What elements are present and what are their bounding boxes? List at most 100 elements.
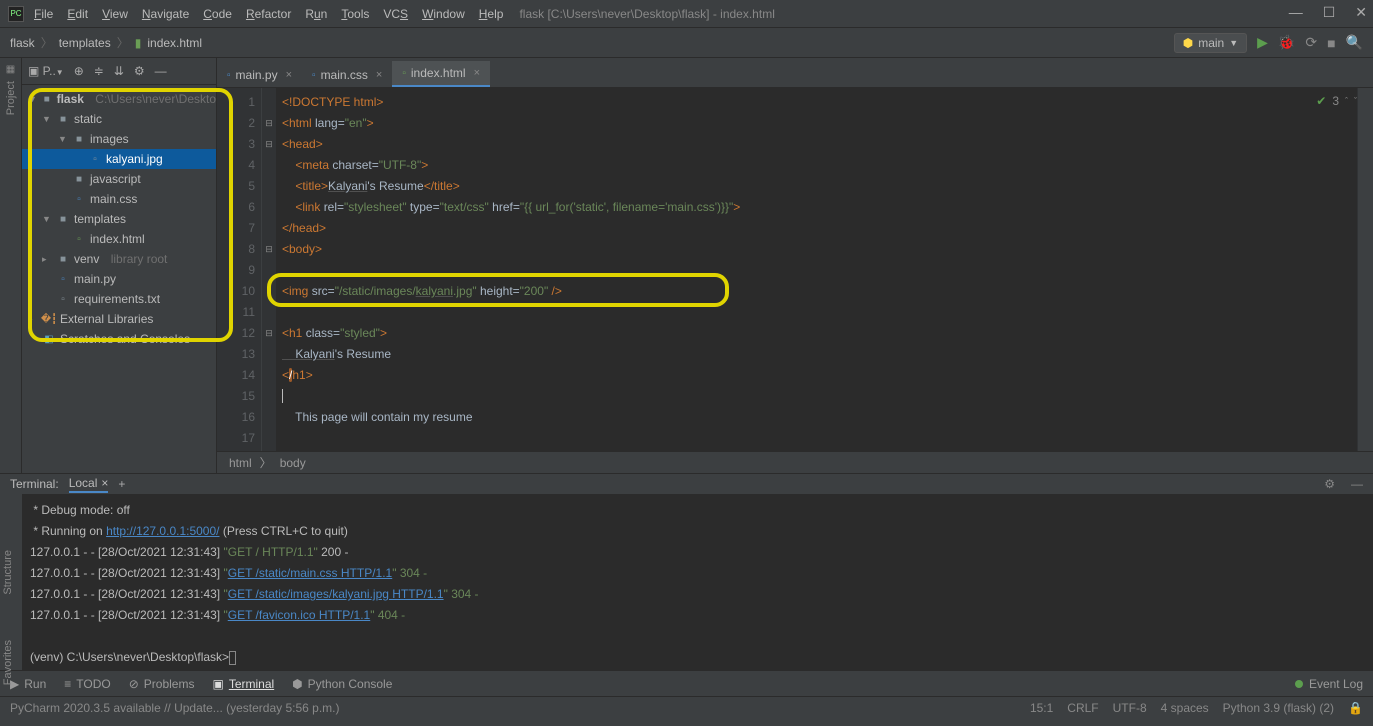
project-toolbar: ▣ P..▼ ⊕ ≑ ⇊ ⚙ — bbox=[22, 58, 216, 85]
tree-scratches[interactable]: ◧Scratches and Consoles bbox=[22, 329, 216, 349]
minimize-icon[interactable]: — bbox=[1289, 4, 1303, 21]
terminal-panel: Terminal: Local× + ⚙ — * Debug mode: off… bbox=[0, 473, 1373, 670]
close-icon[interactable]: × bbox=[376, 69, 382, 81]
favorites-tool-label[interactable]: Favorites bbox=[2, 640, 14, 685]
menu-help[interactable]: Help bbox=[479, 7, 504, 21]
breadcrumb: flask 〉 templates 〉 ▮ index.html bbox=[10, 34, 202, 51]
chevron-down-icon[interactable]: ˇ bbox=[1354, 96, 1357, 106]
maximize-icon[interactable]: ☐ bbox=[1323, 4, 1336, 21]
project-tool-label[interactable]: Project bbox=[5, 81, 17, 115]
menu-file[interactable]: File bbox=[34, 7, 53, 21]
event-log-button[interactable]: Event Log bbox=[1295, 677, 1363, 691]
status-encoding[interactable]: UTF-8 bbox=[1113, 701, 1147, 715]
html-file-icon: ▮ bbox=[135, 36, 142, 50]
close-icon[interactable]: ✕ bbox=[1355, 4, 1367, 21]
hide-icon[interactable]: — bbox=[1351, 477, 1363, 491]
collapse-icon[interactable]: ⇊ bbox=[114, 64, 124, 78]
inspection-count: 3 bbox=[1332, 94, 1339, 108]
add-terminal-button[interactable]: + bbox=[118, 477, 125, 491]
chevron-right-icon: 〉 bbox=[260, 454, 272, 471]
run-button[interactable]: ▶ bbox=[1257, 34, 1268, 51]
crumb-root[interactable]: flask bbox=[10, 36, 35, 50]
run-with-coverage-button[interactable]: ⟳ bbox=[1305, 34, 1317, 51]
expand-icon[interactable]: ≑ bbox=[94, 64, 104, 78]
chevron-right-icon: 〉 bbox=[117, 34, 129, 51]
tree-folder-static[interactable]: ▼■static bbox=[22, 109, 216, 129]
terminal-header: Terminal: Local× + ⚙ — bbox=[0, 474, 1373, 494]
chevron-right-icon: 〉 bbox=[41, 34, 53, 51]
menu-tools[interactable]: Tools bbox=[341, 7, 369, 21]
tool-todo[interactable]: ≡ TODO bbox=[64, 677, 110, 691]
nav-row: flask 〉 templates 〉 ▮ index.html ⬢ main … bbox=[0, 28, 1373, 58]
menu-navigate[interactable]: Navigate bbox=[142, 7, 189, 21]
lock-icon[interactable]: 🔒 bbox=[1348, 701, 1363, 715]
status-interpreter[interactable]: Python 3.9 (flask) (2) bbox=[1223, 701, 1334, 715]
tree-folder-venv[interactable]: ▸■venv library root bbox=[22, 249, 216, 269]
terminal-tab-local[interactable]: Local× bbox=[69, 476, 109, 493]
crumb-body[interactable]: body bbox=[280, 456, 306, 470]
code-content[interactable]: <!DOCTYPE html> <html lang="en"> <head> … bbox=[276, 88, 1357, 451]
crumb-file[interactable]: index.html bbox=[147, 36, 202, 50]
bottom-toolbar: ▶ Run ≡ TODO ⊘ Problems ▣ Terminal ⬢ Pyt… bbox=[0, 670, 1373, 696]
tree-file-kalyani[interactable]: ▫kalyani.jpg bbox=[22, 149, 216, 169]
structure-tool-label[interactable]: Structure bbox=[2, 550, 14, 595]
status-line-ending[interactable]: CRLF bbox=[1067, 701, 1098, 715]
menu-code[interactable]: Code bbox=[203, 7, 232, 21]
status-message[interactable]: PyCharm 2020.3.5 available // Update... … bbox=[10, 701, 340, 715]
chevron-up-icon[interactable]: ˆ bbox=[1345, 96, 1348, 106]
title-bar: PC File Edit View Navigate Code Refactor… bbox=[0, 0, 1373, 28]
menu-vcs[interactable]: VCS bbox=[383, 7, 408, 21]
python-icon: ⬢ bbox=[1183, 36, 1193, 50]
tool-problems[interactable]: ⊘ Problems bbox=[129, 677, 195, 691]
project-tool-icon[interactable]: ▦ bbox=[6, 64, 15, 75]
event-indicator-icon bbox=[1295, 680, 1303, 688]
gear-icon[interactable]: ⚙ bbox=[1324, 477, 1335, 491]
close-icon[interactable]: × bbox=[474, 67, 480, 79]
stop-button[interactable]: ■ bbox=[1327, 35, 1335, 51]
search-everywhere-icon[interactable]: 🔍 bbox=[1346, 34, 1363, 51]
fold-gutter: ⊟⊟⊟⊟ bbox=[262, 88, 276, 451]
inspection-widget[interactable]: ✔ 3 ˆ ˇ bbox=[1316, 94, 1357, 108]
project-view-selector[interactable]: ▣ P..▼ bbox=[28, 64, 64, 78]
tree-file-indexhtml[interactable]: ▫index.html bbox=[22, 229, 216, 249]
terminal-title: Terminal: bbox=[10, 477, 59, 491]
tree-folder-javascript[interactable]: ■javascript bbox=[22, 169, 216, 189]
menu-refactor[interactable]: Refactor bbox=[246, 7, 291, 21]
tool-terminal[interactable]: ▣ Terminal bbox=[212, 677, 274, 691]
menu-view[interactable]: View bbox=[102, 7, 128, 21]
status-bar: PyCharm 2020.3.5 available // Update... … bbox=[0, 696, 1373, 718]
gear-icon[interactable]: ⚙ bbox=[134, 64, 145, 78]
tab-mainpy[interactable]: ▫main.py× bbox=[217, 63, 302, 87]
tree-folder-templates[interactable]: ▼■templates bbox=[22, 209, 216, 229]
run-config-label: main bbox=[1198, 36, 1224, 50]
close-icon[interactable]: × bbox=[286, 69, 292, 81]
menu-edit[interactable]: Edit bbox=[67, 7, 88, 21]
tree-root[interactable]: ▼■flask C:\Users\never\Deskto bbox=[22, 89, 216, 109]
tool-run[interactable]: ▶ Run bbox=[10, 677, 46, 691]
close-icon[interactable]: × bbox=[101, 476, 108, 490]
menu-run[interactable]: Run bbox=[305, 7, 327, 21]
tree-file-requirements[interactable]: ▫requirements.txt bbox=[22, 289, 216, 309]
menu-window[interactable]: Window bbox=[422, 7, 465, 21]
code-area[interactable]: ✔ 3 ˆ ˇ 1234567891011121314151617 ⊟⊟⊟⊟ <… bbox=[217, 88, 1373, 451]
crumb-templates[interactable]: templates bbox=[59, 36, 111, 50]
tab-maincss[interactable]: ▫main.css× bbox=[302, 63, 392, 87]
debug-button[interactable]: 🐞 bbox=[1278, 34, 1295, 51]
tree-folder-images[interactable]: ▼■images bbox=[22, 129, 216, 149]
run-config-selector[interactable]: ⬢ main ▼ bbox=[1174, 33, 1247, 53]
editor-pane: ▫main.py× ▫main.css× ▫index.html× ✔ 3 ˆ … bbox=[217, 58, 1373, 473]
tool-python-console[interactable]: ⬢ Python Console bbox=[292, 677, 392, 691]
tree-file-mainpy[interactable]: ▫main.py bbox=[22, 269, 216, 289]
locate-icon[interactable]: ⊕ bbox=[74, 64, 84, 78]
status-position[interactable]: 15:1 bbox=[1030, 701, 1053, 715]
tree-external-libraries[interactable]: ▸�┇External Libraries bbox=[22, 309, 216, 329]
left-tool-gutter: ▦ Project bbox=[0, 58, 22, 473]
tab-indexhtml[interactable]: ▫index.html× bbox=[392, 61, 490, 87]
terminal-output[interactable]: * Debug mode: off * Running on http://12… bbox=[22, 494, 1373, 670]
status-indent[interactable]: 4 spaces bbox=[1161, 701, 1209, 715]
app-logo: PC bbox=[8, 6, 24, 22]
check-icon: ✔ bbox=[1316, 94, 1326, 108]
crumb-html[interactable]: html bbox=[229, 456, 252, 470]
hide-icon[interactable]: — bbox=[155, 64, 167, 78]
tree-file-maincss[interactable]: ▫main.css bbox=[22, 189, 216, 209]
